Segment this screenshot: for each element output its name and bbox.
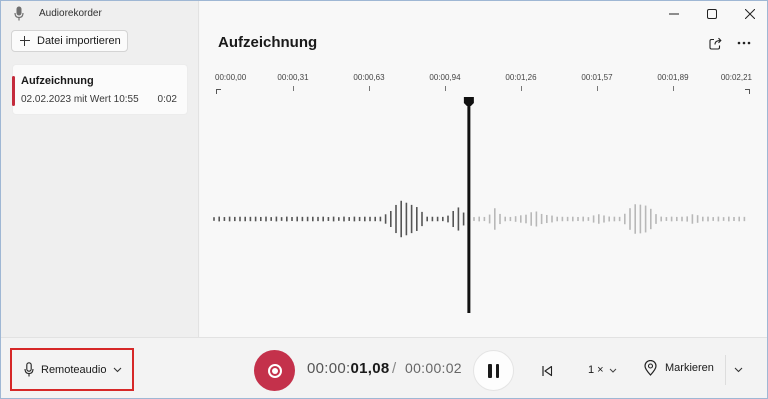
timeline-ruler[interactable]: 00:00,00 00:00,31 00:00,63 00:00,94 00:01,26… [200,71,767,97]
input-source-dropdown[interactable]: Remoteaudio [10,348,134,391]
timeline-tick-mark [597,86,598,91]
trim-end-marker[interactable] [745,89,750,94]
more-options-button[interactable] [733,33,755,53]
title-bar: Audiorekorder [1,1,199,27]
microphone-icon [24,362,34,377]
minimize-button[interactable] [655,1,693,27]
location-pin-icon [644,360,657,376]
marker-options-button[interactable] [729,360,747,380]
close-icon [745,9,755,19]
divider [725,355,726,385]
recordings-sidebar: Audiorekorder Datei importieren Aufzeich… [1,1,199,337]
timeline-tick-label: 00:02,21 [720,73,752,82]
share-icon [708,37,722,50]
skip-back-button[interactable] [534,360,560,382]
timeline-tick-label: 00:00,63 [353,73,385,82]
window-controls [655,1,767,27]
current-time-value: 01,08 [350,360,390,377]
trim-start-marker[interactable] [216,89,221,94]
timeline-tick-mark [293,86,294,91]
import-file-label: Datei importieren [37,35,121,47]
app-window: Audiorekorder Datei importieren Aufzeich… [0,0,768,399]
time-separator: / [392,360,397,377]
app-title: Audiorekorder [39,8,102,19]
timeline-tick-label: 00:01,89 [657,73,689,82]
recording-list-item[interactable]: Aufzeichnung 02.02.2023 mit Wert 10:55 0… [12,64,188,115]
recording-detail-pane: Aufzeichnung 00:00,00 00:00,31 00:00,63 00:… [200,1,767,337]
recording-duration: 0:02 [157,94,177,105]
record-icon [267,363,282,378]
chevron-down-icon [734,367,742,373]
page-title: Aufzeichnung [218,34,318,51]
waveform[interactable] [200,97,767,337]
timeline-tick-label: 00:01,57 [581,73,613,82]
playhead-handle[interactable] [463,97,474,108]
timeline-tick-mark [673,86,674,91]
recording-name: Aufzeichnung [21,75,94,87]
add-marker-label: Markieren [665,362,714,374]
current-time: 00:00:01,08 [307,360,390,377]
import-file-button[interactable]: Datei importieren [11,30,128,52]
timeline-tick-label: 00:00,94 [429,73,461,82]
chevron-down-icon [609,368,616,373]
more-dots-icon [737,41,751,45]
timeline-tick-mark [369,86,370,91]
minimize-icon [669,13,679,15]
share-button[interactable] [704,33,726,53]
timeline-tick-mark [521,86,522,91]
recording-date: 02.02.2023 mit Wert 10:55 [21,94,139,105]
maximize-button[interactable] [693,1,731,27]
timeline-tick-label: 00:00,31 [277,73,309,82]
waveform-canvas [213,97,746,313]
plus-icon [20,36,30,46]
current-time-prefix: 00:00: [307,360,351,377]
total-time: 00:00:02 [405,360,462,376]
timeline-tick-mark [445,86,446,91]
maximize-icon [707,9,717,19]
selection-indicator [12,76,15,106]
chevron-down-icon [114,367,122,372]
microphone-icon [14,6,24,21]
input-source-label: Remoteaudio [41,363,107,376]
record-button[interactable] [254,350,295,391]
transport-bar: Remoteaudio 00:00:01,08 / 00:00:02 1 × M… [1,337,767,398]
timeline-tick-label: 00:01,26 [505,73,537,82]
skip-back-icon [542,365,553,377]
timeline-tick-label: 00:00,00 [215,73,247,82]
playback-speed-label: 1 × [588,364,604,376]
pause-button[interactable] [473,350,514,391]
close-button[interactable] [731,1,767,27]
playback-speed-dropdown[interactable]: 1 × [588,364,617,376]
pause-icon [488,363,492,378]
add-marker-button[interactable]: Markieren [644,360,714,376]
